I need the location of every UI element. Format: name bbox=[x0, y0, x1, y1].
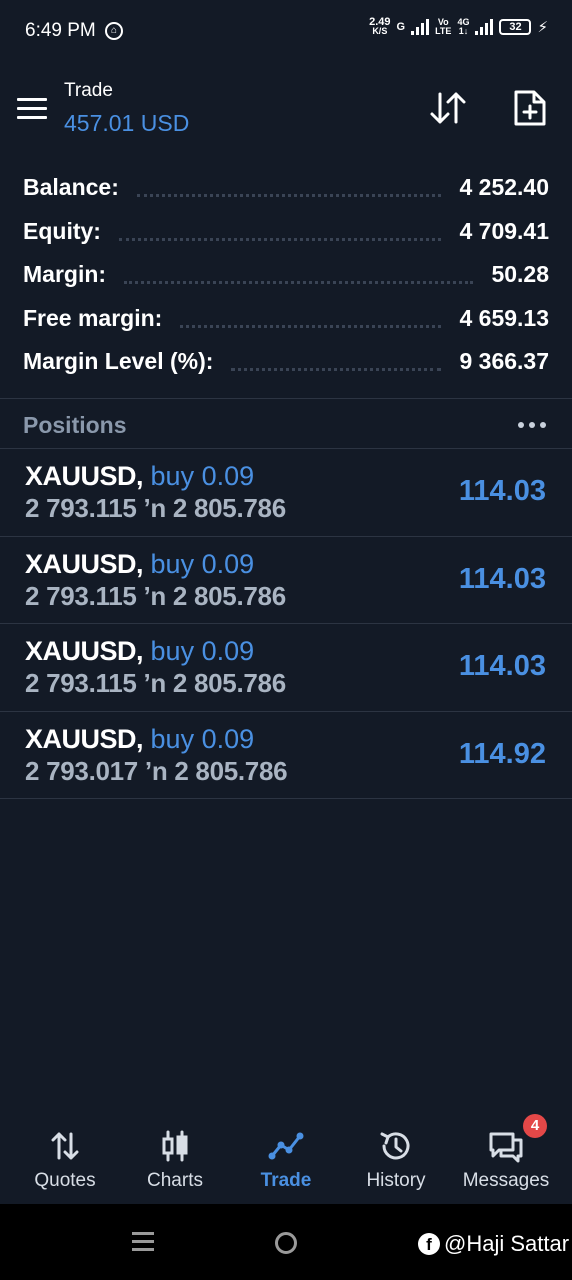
hamburger-menu-icon[interactable] bbox=[17, 98, 47, 119]
position-profit: 114.92 bbox=[458, 737, 546, 770]
position-profit: 114.03 bbox=[458, 650, 546, 682]
quotes-icon bbox=[51, 1132, 79, 1160]
nav-charts[interactable]: Charts bbox=[120, 1110, 230, 1204]
nav-label: Quotes bbox=[34, 1170, 96, 1191]
summary-label: Free margin: bbox=[23, 304, 163, 331]
divider bbox=[0, 398, 572, 399]
summary-row-equity: Equity: 4 709.41 bbox=[0, 210, 572, 254]
signal-2-icon bbox=[475, 19, 494, 35]
position-side: buy 0.09 bbox=[150, 461, 255, 491]
summary-row-margin: Margin: 50.28 bbox=[0, 253, 572, 297]
position-symbol: XAUUSD, bbox=[25, 461, 144, 491]
positions-list: XAUUSD, buy 0.09 2 793.115 ’n 2 805.786 … bbox=[0, 449, 572, 799]
positions-title: Positions bbox=[23, 412, 127, 438]
account-summary: Balance: 4 252.40 Equity: 4 709.41 Margi… bbox=[0, 166, 572, 384]
position-row[interactable]: XAUUSD, buy 0.09 2 793.115 ’n 2 805.786 … bbox=[0, 537, 572, 624]
positions-header: Positions bbox=[0, 400, 572, 448]
dotted-leader bbox=[231, 368, 442, 372]
summary-label: Equity: bbox=[23, 217, 101, 244]
network-type-2: Vo LTE bbox=[435, 17, 452, 36]
position-prices: 2 793.115 ’n 2 805.786 bbox=[25, 580, 286, 611]
position-side: buy 0.09 bbox=[150, 548, 255, 579]
summary-value: 4 659.13 bbox=[459, 304, 549, 331]
charging-icon: ⚡ bbox=[537, 19, 548, 36]
trade-icon bbox=[268, 1132, 304, 1160]
summary-value: 9 366.37 bbox=[459, 348, 549, 375]
app-notification-icon: ⌂ bbox=[105, 22, 123, 40]
app-header: Trade 457.01 USD bbox=[0, 70, 572, 150]
nav-history[interactable]: History bbox=[341, 1110, 451, 1204]
summary-label: Margin Level (%): bbox=[23, 348, 214, 375]
new-document-icon[interactable] bbox=[512, 88, 548, 128]
summary-value: 4 709.41 bbox=[459, 217, 549, 244]
summary-label: Margin: bbox=[23, 261, 107, 288]
nav-messages[interactable]: 4 Messages bbox=[451, 1110, 561, 1204]
position-symbol: XAUUSD, bbox=[25, 723, 144, 754]
position-profit: 114.03 bbox=[458, 562, 546, 595]
status-indicators: 2.49 K/S G Vo LTE 4G 1↓ 32 ⚡ bbox=[369, 16, 548, 37]
dotted-leader bbox=[118, 237, 442, 241]
dotted-leader bbox=[180, 324, 442, 328]
position-profit: 114.03 bbox=[458, 475, 546, 507]
page-title: Trade bbox=[64, 80, 113, 101]
watermark-text: @Haji Sattar bbox=[444, 1231, 570, 1256]
account-profit: 457.01 USD bbox=[64, 110, 190, 136]
position-side: buy 0.09 bbox=[150, 723, 255, 754]
nav-quotes[interactable]: Quotes bbox=[10, 1110, 120, 1204]
network-speed: 2.49 K/S bbox=[369, 16, 391, 36]
position-prices: 2 793.115 ’n 2 805.786 bbox=[25, 668, 286, 698]
position-prices: 2 793.115 ’n 2 805.786 bbox=[25, 493, 286, 523]
signal-1-icon bbox=[411, 19, 430, 35]
position-symbol: XAUUSD, bbox=[25, 548, 144, 579]
status-time: 6:49 PM bbox=[25, 20, 96, 41]
position-prices: 2 793.017 ’n 2 805.786 bbox=[25, 755, 288, 786]
dotted-leader bbox=[136, 194, 442, 198]
summary-row-free-margin: Free margin: 4 659.13 bbox=[0, 297, 572, 341]
more-options-icon[interactable] bbox=[518, 422, 546, 428]
position-row[interactable]: XAUUSD, buy 0.09 2 793.115 ’n 2 805.786 … bbox=[0, 624, 572, 712]
summary-value: 4 252.40 bbox=[459, 174, 549, 201]
summary-row-margin-level: Margin Level (%): 9 366.37 bbox=[0, 340, 572, 384]
watermark: f @Haji Sattar bbox=[418, 1231, 569, 1257]
nav-label: Charts bbox=[147, 1170, 203, 1191]
summary-row-balance: Balance: 4 252.40 bbox=[0, 166, 572, 210]
sort-arrows-icon[interactable] bbox=[428, 90, 468, 126]
summary-value: 50.28 bbox=[491, 261, 549, 288]
nav-label: Trade bbox=[260, 1170, 312, 1191]
position-row[interactable]: XAUUSD, buy 0.09 2 793.115 ’n 2 805.786 … bbox=[0, 449, 572, 537]
messages-badge: 4 bbox=[523, 1114, 547, 1138]
charts-icon bbox=[162, 1130, 188, 1162]
system-navigation-bar: f @Haji Sattar bbox=[0, 1204, 572, 1280]
position-side: buy 0.09 bbox=[150, 636, 255, 666]
recents-icon[interactable] bbox=[132, 1232, 154, 1256]
network-type-3: 4G 1↓ bbox=[457, 17, 470, 36]
nav-label: History bbox=[366, 1170, 426, 1191]
messages-icon bbox=[489, 1132, 523, 1163]
nav-trade[interactable]: Trade bbox=[231, 1110, 341, 1204]
nav-label: Messages bbox=[462, 1170, 550, 1191]
network-type-1: G bbox=[396, 21, 406, 33]
home-icon[interactable] bbox=[275, 1232, 297, 1254]
bottom-navigation: Quotes Charts Trade History 4 Messages bbox=[0, 1110, 572, 1204]
position-row[interactable]: XAUUSD, buy 0.09 2 793.017 ’n 2 805.786 … bbox=[0, 712, 572, 799]
facebook-icon: f bbox=[418, 1233, 440, 1255]
dotted-leader bbox=[124, 281, 474, 285]
status-bar: 6:49 PM ⌂ 2.49 K/S G Vo LTE 4G 1↓ 32 ⚡ bbox=[0, 0, 572, 64]
position-symbol: XAUUSD, bbox=[25, 636, 144, 666]
summary-label: Balance: bbox=[23, 174, 119, 201]
history-icon bbox=[380, 1132, 410, 1160]
battery-icon: 32 bbox=[499, 19, 532, 35]
